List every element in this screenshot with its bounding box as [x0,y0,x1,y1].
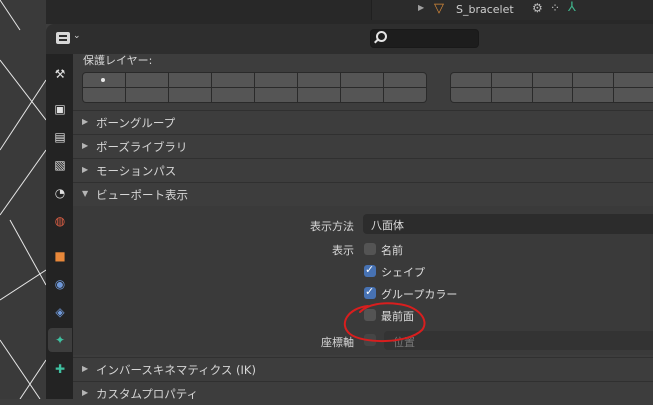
tab-object[interactable]: ■ [48,244,72,268]
layer-toggle[interactable] [255,73,297,87]
layer-toggle[interactable] [83,73,125,87]
tab-bone[interactable]: ✚ [48,357,72,381]
layer-toggle[interactable] [341,73,383,87]
protected-layers-grid-left[interactable] [82,72,427,103]
layer-toggle[interactable] [614,73,653,87]
layer-toggle[interactable] [491,88,532,102]
display-as-dropdown[interactable]: 八面体 [363,214,653,234]
view-layer-icon: ▧ [54,158,66,172]
tab-render[interactable]: ▣ [48,97,72,121]
panel-bone-groups[interactable]: ▶ ボーングループ [73,110,653,134]
display-as-label: 表示方法 [310,220,354,233]
bone-icon: ✚ [54,362,66,376]
panel-pose-library[interactable]: ▶ ポーズライブラリ [73,134,653,158]
panel-custom-properties[interactable]: ▶ カスタムプロパティ [73,381,653,405]
axes-label: 座標軸 [321,336,354,349]
layer-toggle[interactable] [532,73,573,87]
layer-toggle[interactable] [614,88,653,102]
panel-title: ポーズライブラリ [96,140,188,154]
tab-armature-data[interactable]: ✦ [48,328,72,352]
layer-toggle[interactable] [341,88,383,102]
collapse-arrow-icon: ▼ [82,189,89,198]
layer-toggle[interactable] [298,73,340,87]
expand-arrow-icon: ▶ [82,117,89,126]
panel-viewport-display[interactable]: ▼ ビューポート表示 [73,182,653,206]
layer-toggle[interactable] [491,73,532,87]
tab-world[interactable]: ◍ [48,209,72,233]
expand-arrow-icon: ▶ [82,141,89,150]
armature-data-icon: ✦ [54,333,66,347]
expand-arrow-icon[interactable]: ▶ [418,3,424,12]
object-icon: ■ [54,249,66,263]
tab-tool[interactable]: ⚒ [48,62,72,86]
modifier-icon[interactable]: ⚙ [532,1,543,15]
layer-toggle[interactable] [451,73,491,87]
tool-icon: ⚒ [54,67,66,81]
expand-arrow-icon: ▶ [82,388,89,397]
names-label[interactable]: 名前 [381,242,403,258]
search-icon [376,31,387,42]
scene-icon: ◔ [54,186,66,200]
modifier-icon: ◉ [54,277,66,291]
protected-layers-grid-right[interactable] [450,72,653,103]
layer-toggle[interactable] [573,73,614,87]
layer-toggle[interactable] [532,88,573,102]
output-icon: ▤ [54,130,66,144]
outliner[interactable] [46,0,653,24]
panel-title: ボーングループ [96,116,176,130]
layer-toggle[interactable] [451,88,491,102]
layer-toggle[interactable] [212,88,254,102]
properties-header [46,24,653,54]
tab-output[interactable]: ▤ [48,125,72,149]
tab-scene[interactable]: ◔ [48,181,72,205]
display-as-value: 八面体 [371,219,404,232]
panel-motion-paths[interactable]: ▶ モーションパス [73,158,653,182]
tab-view-layer[interactable]: ▧ [48,153,72,177]
world-icon: ◍ [54,214,66,228]
shapes-checkbox[interactable] [364,263,376,277]
expand-arrow-icon: ▶ [82,165,89,174]
physics-icon: ◈ [55,305,65,319]
panel-inverse-kinematics[interactable]: ▶ インバースキネマティクス (IK) [73,357,653,381]
layer-toggle[interactable] [255,88,297,102]
panel-title: インバースキネマティクス (IK) [96,363,256,377]
render-icon: ▣ [54,102,66,116]
layer-toggle[interactable] [126,88,168,102]
bone-icon: ▽ [434,1,444,16]
layer-toggle[interactable] [298,88,340,102]
armature-data-icon[interactable]: ⅄ [568,0,576,15]
layer-toggle[interactable] [573,88,614,102]
layer-toggle[interactable] [126,73,168,87]
3d-viewport[interactable] [0,0,46,399]
layer-toggle[interactable] [169,88,211,102]
annotation-circle [343,302,426,342]
layer-toggle[interactable] [83,88,125,102]
properties-editor-icon [56,32,70,44]
panel-title: モーションパス [96,164,177,178]
layer-toggle[interactable] [384,73,426,87]
panel-title: ビューポート表示 [96,188,188,202]
editor-type-button[interactable]: ⌄ [53,29,85,48]
protected-layers-label: 保護レイヤー: [83,54,153,67]
layer-toggle[interactable] [212,73,254,87]
layer-toggle[interactable] [384,88,426,102]
layer-toggle[interactable] [169,73,211,87]
tab-modifiers[interactable]: ◉ [48,272,72,296]
vertex-group-icon[interactable]: ⁘ [550,1,560,15]
tab-physics[interactable]: ◈ [48,300,72,324]
shapes-label[interactable]: シェイプ [381,264,425,280]
show-label: 表示 [332,244,354,257]
viewport-grid [0,0,46,399]
outliner-item-name[interactable]: S_bracelet [456,3,514,16]
expand-arrow-icon: ▶ [82,364,89,373]
names-checkbox[interactable] [364,243,376,255]
panel-title: カスタムプロパティ [96,387,199,401]
chevron-down-icon: ⌄ [73,31,81,41]
